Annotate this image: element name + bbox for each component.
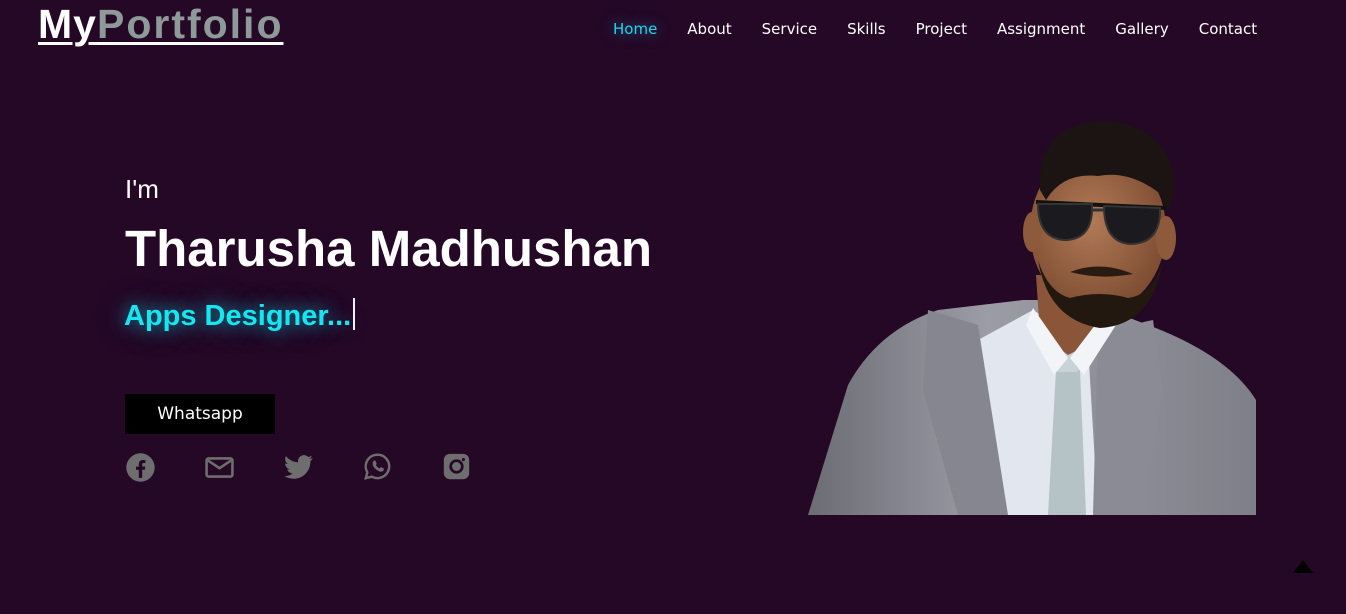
hero-intro: I'm xyxy=(125,174,159,204)
nav-link-service[interactable]: Service xyxy=(747,18,832,40)
logo-text-portfolio: Portfolio xyxy=(96,1,284,47)
logo-text-my: My xyxy=(38,1,97,47)
email-icon[interactable] xyxy=(204,452,235,488)
hero-name: Tharusha Madhushan xyxy=(125,220,653,277)
nav-link-about[interactable]: About xyxy=(672,18,746,40)
nav-link-home[interactable]: Home xyxy=(598,18,672,40)
whatsapp-button[interactable]: Whatsapp xyxy=(125,394,275,434)
typing-caret xyxy=(353,298,356,330)
nav-link-project[interactable]: Project xyxy=(901,18,982,40)
main-nav: Home About Service Skills Project Assign… xyxy=(598,18,1272,40)
site-logo[interactable]: MyPortfolio xyxy=(38,2,284,46)
nav-link-assignment[interactable]: Assignment xyxy=(982,18,1100,40)
facebook-icon[interactable] xyxy=(125,452,156,488)
twitter-icon[interactable] xyxy=(281,452,316,488)
scroll-to-top-icon[interactable] xyxy=(1291,558,1315,576)
profile-photo xyxy=(808,121,1256,515)
nav-link-gallery[interactable]: Gallery xyxy=(1100,18,1183,40)
nav-link-contact[interactable]: Contact xyxy=(1184,18,1272,40)
whatsapp-icon[interactable] xyxy=(363,452,392,486)
hero-role-text: Apps Designer... xyxy=(124,300,352,332)
nav-link-skills[interactable]: Skills xyxy=(832,18,901,40)
instagram-icon[interactable] xyxy=(442,452,471,486)
hero-role: Apps Designer... xyxy=(124,298,356,333)
